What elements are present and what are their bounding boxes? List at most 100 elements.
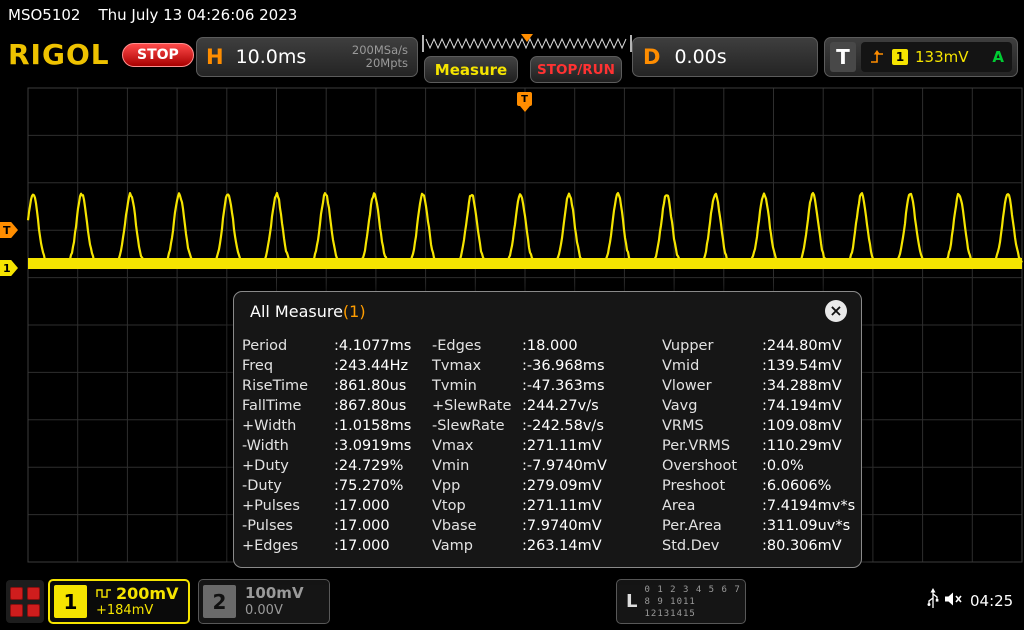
measure-item-value: :6.0606% [762,478,832,494]
memory-depth: 20Mpts [365,56,408,70]
measure-item-value: :867.80us [334,398,407,414]
measure-item-value: :-36.968ms [522,358,605,374]
measure-item-name: RiseTime [242,378,309,394]
measure-item-value: :4.1077ms [334,338,412,354]
measure-item-value: :75.270% [334,478,404,494]
measure-item-name: -Duty [242,478,282,494]
horizontal-settings-box[interactable]: H 10.0ms 200MSa/s 20Mpts [196,37,418,77]
measure-item-value: :271.11mV [522,438,602,454]
measure-item-value: :109.08mV [762,418,842,434]
measure-button[interactable]: Measure [424,56,518,83]
measure-item-name: Period [242,338,288,354]
delay-label: D [643,45,661,69]
measure-item-name: Vmid [662,358,700,374]
logic-label: L [626,591,638,612]
channel1-badge: 1 [54,585,87,618]
measure-item-value: :243.44Hz [334,358,409,374]
speaker-mute-icon [945,592,962,606]
measure-item-value: :17.000 [334,498,390,514]
measure-item-value: :34.288mV [762,378,842,394]
measure-item-value: :18.000 [522,338,578,354]
measure-item-name: Tvmax [432,358,482,374]
horizontal-label: H [206,45,224,69]
trigger-sweep-mode: A [992,48,1004,66]
measure-item-value: :861.80us [334,378,407,394]
close-icon: × [829,301,843,320]
measure-item-name: Vavg [662,398,698,414]
channel2-offset: 0.00V [245,602,283,618]
measure-item-value: :17.000 [334,538,390,554]
measure-item-name: Vpp [432,478,461,494]
channel1-values: 200mV +184mV [96,585,178,619]
channel2-badge: 2 [203,585,236,618]
channel2-box[interactable]: 2 100mV 0.00V [198,579,330,624]
measure-item-value: :-242.58v/s [522,418,604,434]
measure-item-value: :74.194mV [762,398,842,414]
measure-item-name: -Pulses [242,518,293,534]
delay-box[interactable]: D 0.00s [632,37,818,77]
measure-item-name: Vupper [662,338,714,354]
measure-item-name: Vlower [662,378,712,394]
stop-run-button[interactable]: STOP/RUN [530,56,622,83]
window-position-marker [521,34,533,42]
trigger-position-marker[interactable]: T [517,92,532,112]
trigger-level-marker[interactable]: T [0,222,18,238]
measure-item-name: -Edges [432,338,482,354]
measure-item-name: +Pulses [242,498,300,514]
measure-item-name: Vamp [432,538,474,554]
measure-item-value: :7.4194mv*s [762,498,856,514]
timebase-value: 10.0ms [235,46,307,68]
memory-overview-strip[interactable] [422,34,632,52]
measure-item-name: Area [662,498,696,514]
model-name: MSO5102 [8,6,81,24]
square-wave-icon [96,589,111,598]
measure-item-value: :110.29mV [762,438,842,454]
oscilloscope-screen: MSO5102 Thu July 13 04:26:06 2023 RIGOL … [0,0,1024,630]
measure-item-name: Vtop [432,498,466,514]
measure-grid: Period:4.1077ms -Edges:18.000 Vupper:244.8… [242,336,855,556]
measure-item-value: :80.306mV [762,538,842,554]
usb-icon [927,588,939,608]
clock: 04:25 [970,592,1014,610]
trigger-arrow-icon [519,106,530,112]
channel1-scale: 200mV [116,583,179,603]
measure-item-name: +SlewRate [432,398,512,414]
channel1-box[interactable]: 1 200mV +184mV [48,579,190,624]
trigger-level-value: 133mV [915,48,969,66]
logic-analyzer-box[interactable]: L 0 1 2 3 4 5 6 7 8 9 1011 12131415 [616,579,746,624]
trigger-box[interactable]: T 1 133mV A [824,37,1018,77]
close-button[interactable]: × [825,300,847,322]
all-measure-panel: All Measure(1) × Period :4.1077ms -Edges :1… [233,291,862,568]
measure-item-name: VRMS [662,418,704,434]
measure-item-name: Freq [242,358,274,374]
trigger-edge-icon [871,50,883,63]
channel1-offset-marker[interactable]: 1 [0,260,18,276]
measure-item-name: FallTime [242,398,302,414]
measure-panel-title: All Measure(1) [250,302,366,321]
measure-item-value: :263.14mV [522,538,602,554]
header-bar: RIGOL STOP H 10.0ms 200MSa/s 20Mpts Meas… [0,30,1024,86]
measure-item-name: +Edges [242,538,299,554]
channel2-values: 100mV 0.00V [245,584,304,619]
measure-count: (1) [342,302,366,321]
measure-item-name: Vmax [432,438,474,454]
menu-grid-icon[interactable] [6,580,44,623]
bottom-bar: 1 200mV +184mV 2 100mV 0.00V L 0 1 2 3 4… [0,575,1024,630]
datetime: Thu July 13 04:26:06 2023 [98,6,298,24]
trigger-info: 1 133mV A [861,42,1012,72]
measure-item-value: :24.729% [334,458,404,474]
measure-item-value: :0.0% [762,458,804,474]
acquisition-info: 200MSa/s 20Mpts [352,44,408,70]
measure-item-name: +Duty [242,458,289,474]
rigol-logo: RIGOL [8,38,110,71]
measure-item-value: :17.000 [334,518,390,534]
measure-item-value: :1.0158ms [334,418,412,434]
measure-item-value: :7.9740mV [522,518,602,534]
top-info-bar: MSO5102 Thu July 13 04:26:06 2023 [0,0,1024,30]
logic-channel-numbers: 0 1 2 3 4 5 6 7 8 9 1011 12131415 [644,584,741,619]
channel1-offset: +184mV [96,602,154,618]
measure-item-name: Vmin [432,458,470,474]
measure-item-value: :-47.363ms [522,378,605,394]
measure-item-value: :271.11mV [522,498,602,514]
measure-item-name: -SlewRate [432,418,505,434]
